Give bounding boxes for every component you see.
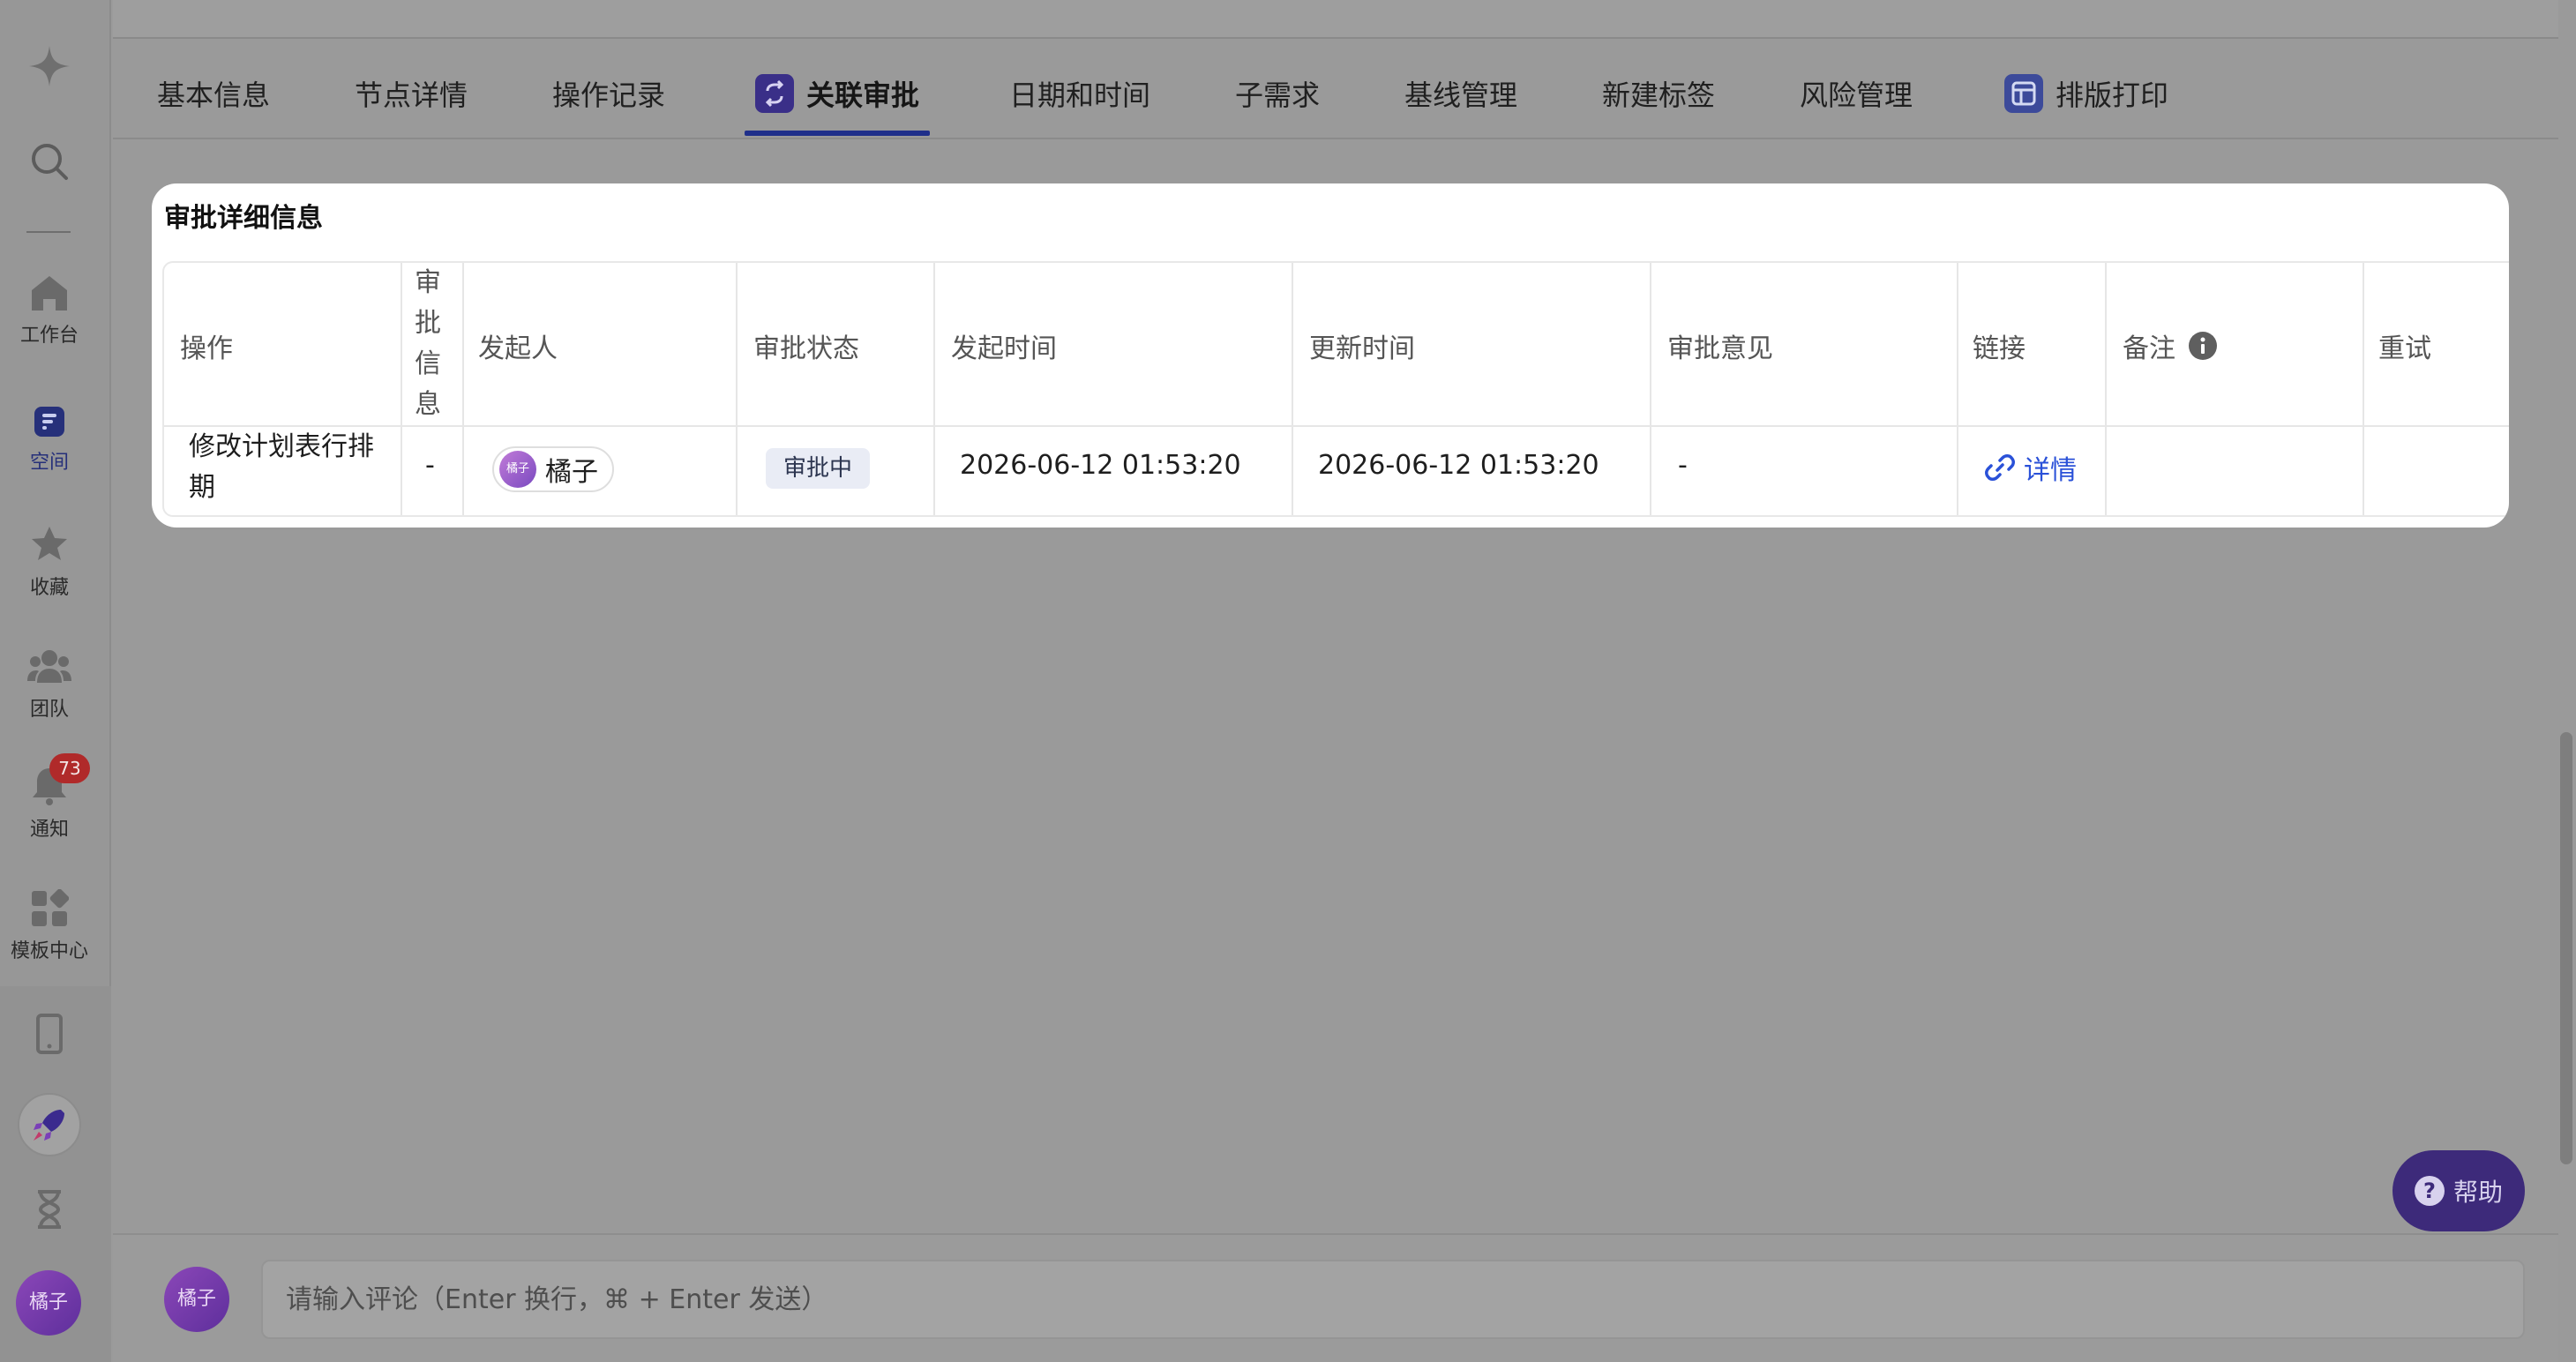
column-header-initiator: 发起人: [478, 333, 558, 364]
layout-icon: [2004, 74, 2043, 113]
column-header-action: 操作: [180, 333, 233, 364]
tab-label: 操作记录: [552, 79, 666, 112]
column-divider: [1292, 263, 1293, 515]
column-header-remark-label: 备注: [2123, 333, 2175, 364]
initiator-chip[interactable]: 橘子 橘子: [492, 446, 614, 492]
sync-icon: [755, 74, 794, 113]
top-bar: [113, 0, 2558, 39]
detail-link-label: 详情: [2024, 455, 2077, 486]
tab-basic-info[interactable]: 基本信息: [157, 48, 270, 139]
tab-operation-log[interactable]: 操作记录: [552, 48, 665, 139]
help-button[interactable]: ? 帮助: [2393, 1150, 2525, 1231]
tab-label: 日期和时间: [1009, 79, 1151, 112]
tab-risk-management[interactable]: 风险管理: [1800, 48, 1913, 139]
column-divider: [401, 263, 402, 515]
tab-node-details[interactable]: 节点详情: [355, 48, 468, 139]
sidebar-item-workbench[interactable]: 工作台: [0, 273, 99, 348]
sidebar-item-label: 通知: [29, 819, 69, 841]
comment-user-avatar: 橘子: [164, 1267, 229, 1332]
help-icon: ?: [2414, 1176, 2445, 1206]
comment-input[interactable]: [261, 1260, 2525, 1339]
column-header-status: 审批状态: [753, 333, 859, 364]
column-header-opinion: 审批意见: [1667, 333, 1773, 364]
tab-label: 排版打印: [2056, 79, 2169, 112]
tab-print-layout[interactable]: 排版打印: [2004, 48, 2168, 139]
approval-table: 操作 审批信息 发起人 审批状态 发起时间 更新时间 审批意见 链接 备注 重试…: [162, 261, 2509, 517]
column-divider: [2105, 263, 2107, 515]
scrollbar-thumb[interactable]: [2560, 732, 2572, 1164]
home-icon: [32, 276, 67, 311]
tab-sub-requirements[interactable]: 子需求: [1235, 48, 1320, 139]
team-icon: [27, 650, 71, 683]
tab-label: 基本信息: [157, 79, 271, 112]
sidebar-item-favorites[interactable]: 收藏: [0, 524, 99, 600]
mobile-button[interactable]: [0, 1013, 99, 1055]
sidebar-item-space[interactable]: 空间: [0, 404, 99, 475]
row-divider: [164, 425, 2509, 427]
column-divider: [2363, 263, 2364, 515]
column-divider: [462, 263, 464, 515]
sparkle-icon: [29, 46, 70, 86]
tab-label: 新建标签: [1602, 79, 1716, 112]
tab-label: 风险管理: [1800, 79, 1913, 112]
sidebar: 工作台 空间 收藏 团队 通知 73 模板中心 橘子: [0, 0, 111, 1362]
cell-start-time: 2026-06-12 01:53:20: [960, 450, 1241, 481]
initiator-name: 橘子: [545, 457, 598, 488]
link-icon: [1985, 454, 2015, 481]
sidebar-item-team[interactable]: 团队: [0, 647, 99, 722]
cell-action: 修改计划表行排期: [189, 431, 374, 503]
initiator-avatar: 橘子: [499, 451, 536, 488]
sparkle-button[interactable]: [0, 44, 99, 88]
tab-new-tag[interactable]: 新建标签: [1602, 48, 1715, 139]
tab-label: 子需求: [1235, 79, 1321, 112]
column-divider: [1957, 263, 1958, 515]
cell-opinion: -: [1678, 450, 1688, 481]
search-icon: [32, 144, 68, 180]
status-badge: 审批中: [766, 448, 871, 489]
active-tab-indicator: [745, 131, 930, 136]
sidebar-item-label: 工作台: [19, 325, 79, 347]
column-divider: [736, 263, 738, 515]
template-icon: [32, 889, 69, 926]
notification-count-badge: 73: [49, 753, 90, 783]
column-divider: [1650, 263, 1651, 515]
column-header-link: 链接: [1973, 333, 2026, 364]
detail-link[interactable]: 详情: [1985, 448, 2077, 487]
column-header-approval-info: 审批信息: [415, 267, 441, 420]
sidebar-item-label: 模板中心: [10, 940, 88, 962]
hourglass-icon: [38, 1190, 61, 1229]
sidebar-item-label: 团队: [29, 699, 69, 721]
sidebar-divider: [26, 231, 71, 233]
tab-label: 节点详情: [355, 79, 468, 112]
space-icon: [34, 407, 64, 437]
info-icon[interactable]: [2188, 331, 2218, 361]
mobile-icon: [36, 1014, 63, 1054]
tab-related-approval[interactable]: 关联审批: [755, 48, 919, 139]
column-header-update-time: 更新时间: [1309, 333, 1415, 364]
tab-label: 基线管理: [1404, 79, 1518, 112]
approval-detail-card: 审批详细信息 操作 审批信息 发起人 审批状态 发起时间 更新时间 审批意见 链…: [152, 183, 2509, 528]
card-title: 审批详细信息: [164, 203, 323, 234]
sidebar-item-label: 空间: [29, 452, 69, 474]
user-avatar[interactable]: 橘子: [16, 1270, 81, 1336]
cell-update-time: 2026-06-12 01:53:20: [1318, 450, 1599, 481]
column-header-remark: 备注: [2123, 326, 2218, 365]
column-divider: [933, 263, 935, 515]
sidebar-item-label: 收藏: [29, 577, 69, 599]
search-button[interactable]: [0, 141, 99, 182]
column-header-start-time: 发起时间: [951, 333, 1057, 364]
rocket-icon: [18, 1093, 81, 1156]
history-button[interactable]: [0, 1189, 99, 1230]
column-header-retry: 重试: [2378, 333, 2431, 364]
tab-date-time[interactable]: 日期和时间: [1009, 48, 1150, 139]
tab-baseline-management[interactable]: 基线管理: [1404, 48, 1517, 139]
rocket-button[interactable]: [0, 1092, 99, 1157]
cell-approval-info: -: [425, 450, 435, 481]
help-label: 帮助: [2452, 1178, 2503, 1207]
star-icon: [32, 527, 67, 560]
sidebar-item-templates[interactable]: 模板中心: [0, 889, 99, 963]
tab-label: 关联审批: [806, 79, 920, 112]
tab-bar: 基本信息 节点详情 操作记录 关联审批 日期和时间 子需求 基线管理 新建标签 …: [113, 48, 2558, 139]
